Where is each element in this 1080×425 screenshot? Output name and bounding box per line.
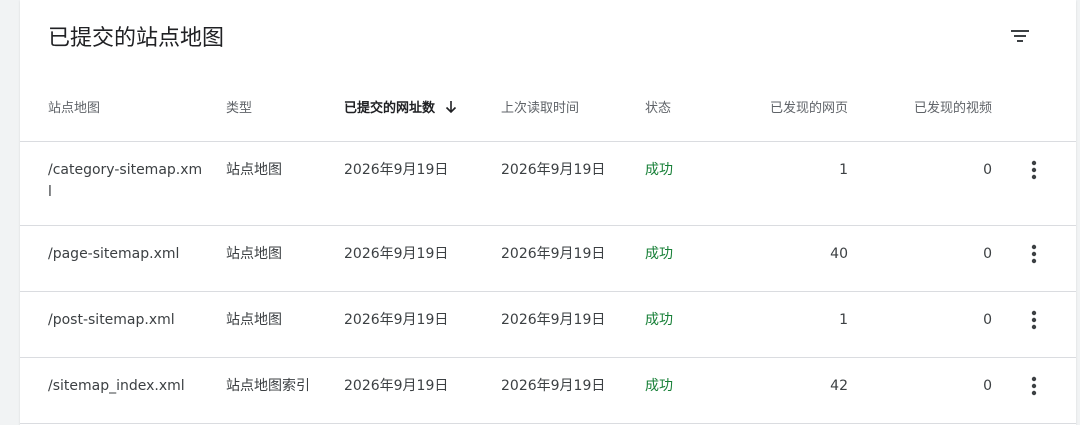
discovered-videos-count: 0 (983, 312, 992, 328)
table-row[interactable]: /page-sitemap.xml 站点地图 2026年9月19日 2026年9… (20, 226, 1076, 292)
status-text: 成功 (645, 378, 673, 394)
filter-icon (1011, 30, 1029, 42)
sitemap-type: 站点地图索引 (226, 378, 310, 394)
row-menu-button[interactable] (1020, 306, 1048, 334)
discovered-videos-count: 0 (983, 378, 992, 394)
card-header: 已提交的站点地图 (20, 0, 1076, 80)
column-header-type[interactable]: 类型 (226, 100, 252, 118)
submitted-date: 2026年9月19日 (344, 246, 449, 262)
status-text: 成功 (645, 312, 673, 328)
sitemap-path: /post-sitemap.xml (48, 312, 175, 328)
column-header-last-read[interactable]: 上次读取时间 (501, 100, 579, 118)
column-header-sitemap[interactable]: 站点地图 (48, 100, 208, 118)
submitted-date: 2026年9月19日 (344, 162, 449, 178)
sitemaps-card: 已提交的站点地图 站点地图 类型 已提交的网址数 上次读取时间 状态 已发现的网… (20, 0, 1076, 425)
discovered-videos-count: 0 (983, 246, 992, 262)
sitemap-path-wrap: l (48, 184, 52, 200)
filter-button[interactable] (1002, 18, 1038, 54)
sitemap-type: 站点地图 (226, 162, 282, 178)
sitemap-path: /sitemap_index.xml (48, 378, 185, 394)
more-vert-icon (1031, 160, 1037, 180)
status-text: 成功 (645, 246, 673, 262)
more-vert-icon (1031, 244, 1037, 264)
discovered-pages-count: 42 (830, 378, 848, 394)
status-text: 成功 (645, 162, 673, 178)
sitemap-path-line: /category-sitemap.xm (48, 162, 203, 178)
more-vert-icon (1031, 310, 1037, 330)
sitemap-type: 站点地图 (226, 312, 282, 328)
table-row[interactable]: /post-sitemap.xml 站点地图 2026年9月19日 2026年9… (20, 292, 1076, 358)
table-header-row: 站点地图 类型 已提交的网址数 上次读取时间 状态 已发现的网页 已发现的视频 (20, 80, 1076, 142)
column-header-submitted[interactable]: 已提交的网址数 (344, 100, 459, 118)
discovered-pages-count: 40 (830, 246, 848, 262)
more-vert-icon (1031, 376, 1037, 396)
sitemap-path: /category-sitemap.xm l (48, 159, 208, 203)
column-header-submitted-label: 已提交的网址数 (344, 101, 436, 116)
discovered-pages-count: 1 (839, 312, 848, 328)
last-read-date: 2026年9月19日 (501, 162, 606, 178)
submitted-date: 2026年9月19日 (344, 312, 449, 328)
column-header-discovered-pages[interactable]: 已发现的网页 (770, 100, 848, 118)
row-menu-button[interactable] (1020, 240, 1048, 268)
table-row[interactable]: /sitemap_index.xml 站点地图索引 2026年9月19日 202… (20, 358, 1076, 424)
arrow-down-icon (445, 101, 457, 114)
card-title: 已提交的站点地图 (48, 26, 225, 51)
table-row[interactable]: /category-sitemap.xm l 站点地图 2026年9月19日 20… (20, 142, 1076, 226)
last-read-date: 2026年9月19日 (501, 378, 606, 394)
submitted-date: 2026年9月19日 (344, 378, 449, 394)
discovered-pages-count: 1 (839, 162, 848, 178)
sitemap-path: /page-sitemap.xml (48, 246, 180, 262)
column-header-status[interactable]: 状态 (645, 100, 671, 118)
row-menu-button[interactable] (1020, 156, 1048, 184)
row-menu-button[interactable] (1020, 372, 1048, 400)
last-read-date: 2026年9月19日 (501, 246, 606, 262)
column-header-discovered-videos[interactable]: 已发现的视频 (914, 100, 992, 118)
last-read-date: 2026年9月19日 (501, 312, 606, 328)
sitemap-type: 站点地图 (226, 246, 282, 262)
sitemaps-table: 站点地图 类型 已提交的网址数 上次读取时间 状态 已发现的网页 已发现的视频 … (20, 80, 1076, 424)
discovered-videos-count: 0 (983, 162, 992, 178)
